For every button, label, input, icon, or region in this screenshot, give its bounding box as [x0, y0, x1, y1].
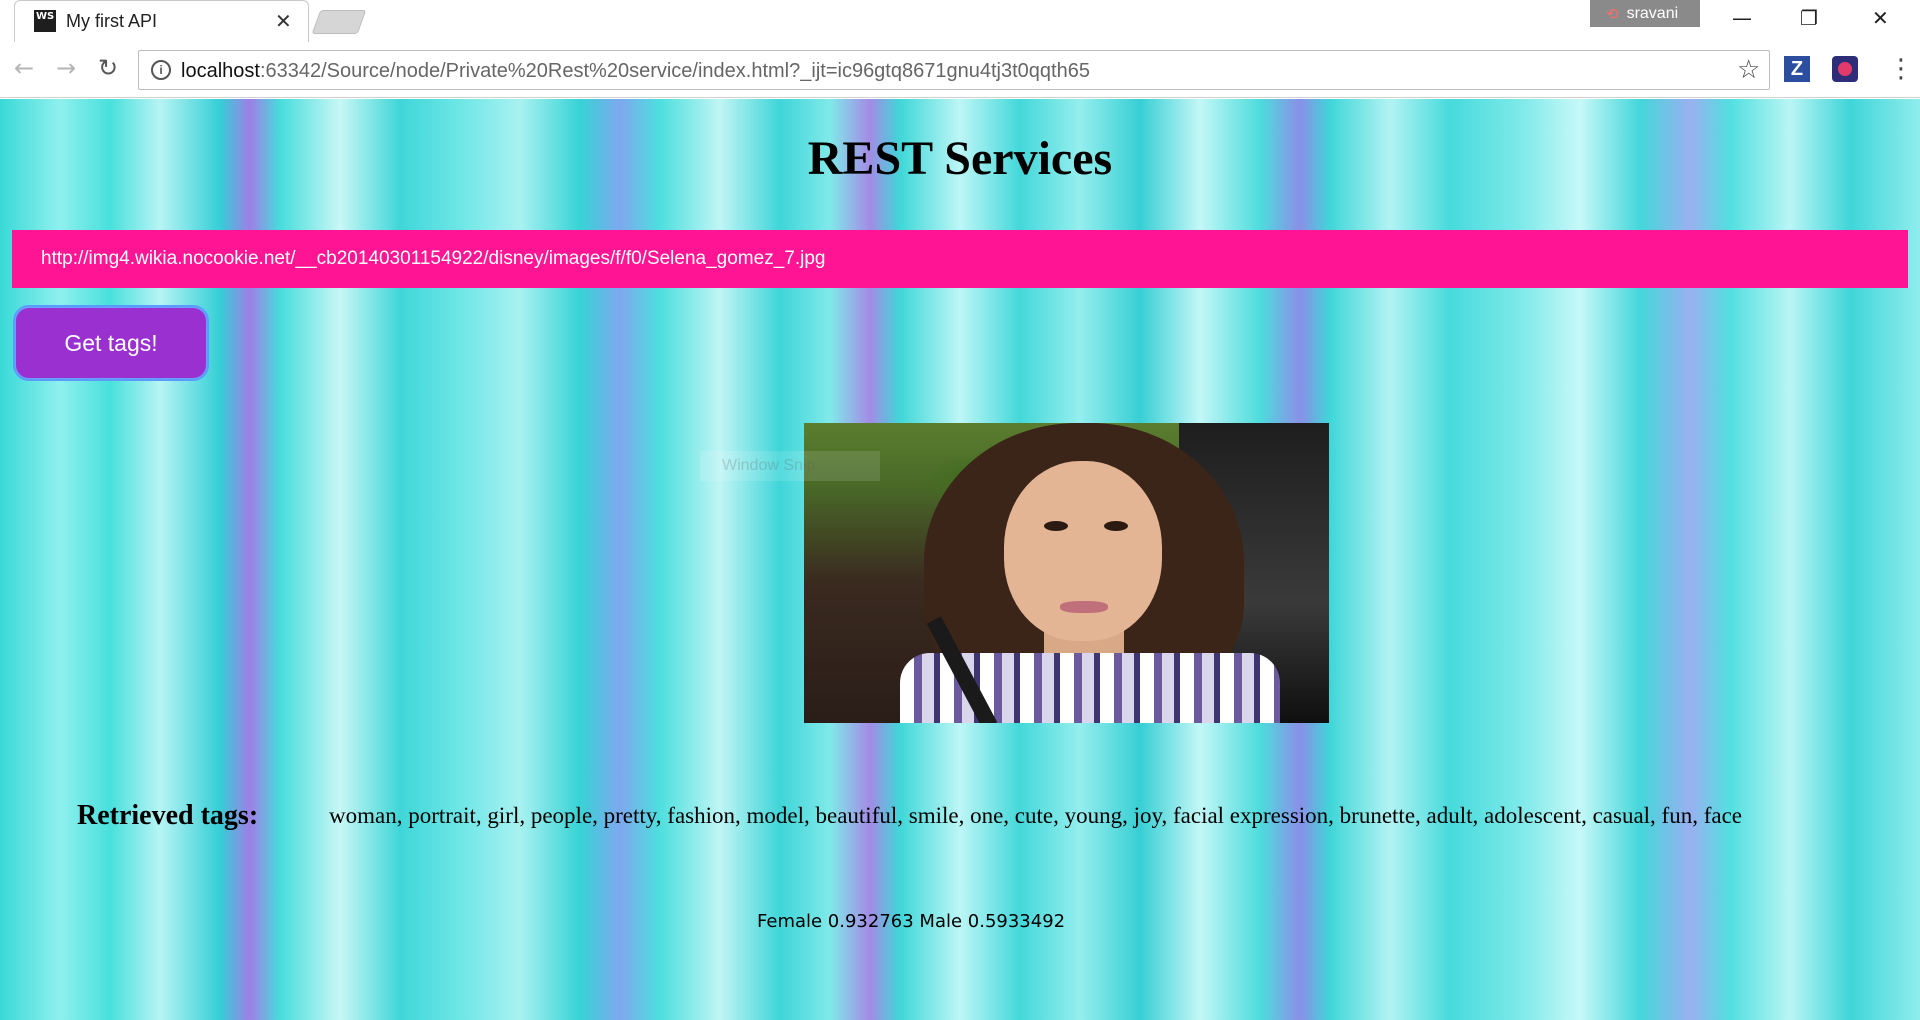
photo-face — [1004, 461, 1162, 641]
tab-title: My first API — [66, 11, 158, 31]
address-bar[interactable]: i localhost:63342/Source/node/Private%20… — [138, 50, 1770, 90]
browser-menu-icon[interactable]: ⋮ — [1888, 54, 1914, 84]
browser-titlebar: WS My first API ✕ ⟲ sravani — ❐ ✕ — [0, 0, 1920, 42]
result-photo — [804, 423, 1329, 723]
get-tags-button[interactable]: Get tags! — [13, 305, 209, 381]
page-title: REST Services — [807, 132, 1113, 185]
reload-icon[interactable]: ↻ — [98, 54, 118, 82]
window-snip-overlay: Window Snip — [700, 451, 880, 481]
gender-result: Female 0.932763 Male 0.5933492 — [757, 911, 1066, 932]
minimize-icon[interactable]: — — [1732, 6, 1752, 30]
webstorm-favicon-icon: WS — [34, 10, 56, 32]
restore-icon[interactable]: ❐ — [1800, 6, 1818, 30]
image-url-input[interactable] — [12, 230, 1908, 288]
sync-error-icon: ⟲ — [1606, 4, 1619, 23]
photo-lips — [1060, 601, 1108, 613]
retrieved-tags-label: Retrieved tags: — [77, 800, 259, 831]
profile-name: sravani — [1626, 4, 1679, 22]
tab-my-first-api[interactable] — [14, 0, 309, 42]
bookmark-star-icon[interactable]: ☆ — [1737, 55, 1760, 85]
extension-tracker-icon[interactable] — [1832, 56, 1858, 82]
back-arrow-icon[interactable]: ← — [14, 54, 34, 82]
profile-badge[interactable]: ⟲ sravani — [1590, 0, 1700, 27]
photo-eye-right — [1104, 521, 1128, 531]
close-window-icon[interactable]: ✕ — [1872, 6, 1889, 30]
browser-toolbar: ← → ↻ i localhost:63342/Source/node/Priv… — [0, 42, 1920, 98]
address-url[interactable]: localhost:63342/Source/node/Private%20Re… — [181, 60, 1090, 83]
forward-arrow-icon[interactable]: → — [56, 54, 76, 82]
new-tab-button[interactable] — [311, 10, 367, 34]
extension-z-icon[interactable]: Z — [1784, 56, 1810, 82]
tab-close-icon[interactable]: ✕ — [275, 9, 292, 33]
page-content: REST Services Get tags! Window Snip Retr… — [0, 99, 1920, 1020]
site-info-icon[interactable]: i — [151, 60, 171, 80]
photo-eye-left — [1044, 521, 1068, 531]
retrieved-tags-value: woman, portrait, girl, people, pretty, f… — [329, 803, 1742, 828]
